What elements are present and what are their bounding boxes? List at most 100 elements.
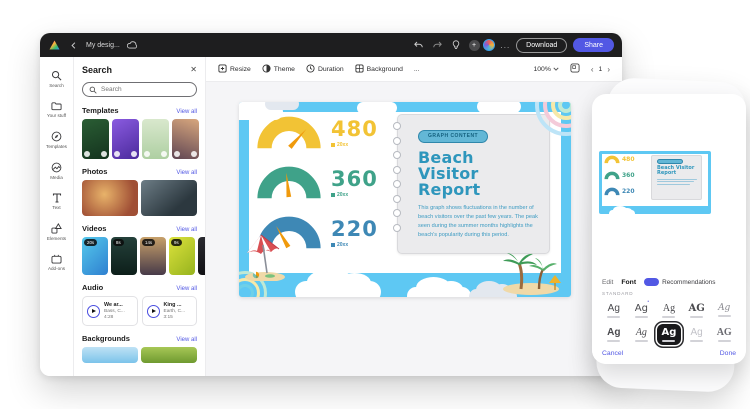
- sidebar-item-add-ons[interactable]: Add-ons: [40, 248, 73, 278]
- background-thumb[interactable]: [141, 347, 197, 363]
- slide-title[interactable]: Beach Visitor Report: [418, 149, 539, 199]
- font-grid: Ag Ag Ag AG Ag Ag Ag Ag Ag AG: [602, 299, 736, 345]
- done-button[interactable]: Done: [720, 350, 736, 357]
- phone-canvas-preview[interactable]: 480 360 220 Beach Visitor Report: [599, 151, 711, 214]
- audio-duration: 4:28: [104, 315, 114, 320]
- photos-view-all-link[interactable]: View all: [176, 170, 197, 176]
- video-duration-badge: 9s: [171, 239, 182, 246]
- resize-button[interactable]: Resize: [218, 63, 251, 75]
- sidebar-item-templates[interactable]: Templates: [40, 125, 73, 156]
- template-thumb[interactable]: [172, 119, 199, 159]
- media-icon: [51, 162, 62, 173]
- back-chevron-icon[interactable]: [67, 39, 80, 52]
- video-duration-badge: 20s: [84, 239, 98, 246]
- play-icon[interactable]: [146, 304, 160, 318]
- gauge-blue-icon: [604, 187, 620, 196]
- templates-view-all-link[interactable]: View all: [176, 109, 197, 115]
- graph-content-card[interactable]: GRAPH CONTENT Beach Visitor Report This …: [393, 114, 550, 254]
- mini-graph-content-card: Beach Visitor Report: [651, 155, 702, 200]
- background-button[interactable]: Background: [355, 63, 403, 75]
- duration-button[interactable]: Duration: [306, 63, 344, 75]
- gauge-value: 220: [331, 216, 378, 241]
- sidebar-item-label: Your stuff: [46, 113, 67, 118]
- share-button[interactable]: Share: [573, 38, 614, 52]
- sidebar-item-label: Media: [50, 175, 63, 180]
- design-canvas[interactable]: 480 20xx 360 20xx 220 20xx GRAPH CONTENT…: [239, 102, 571, 297]
- videos-view-all-link[interactable]: View all: [176, 227, 197, 233]
- search-input-wrap[interactable]: [82, 82, 197, 97]
- next-page-icon[interactable]: ›: [607, 65, 610, 74]
- sidebar-item-text[interactable]: Text: [40, 187, 73, 217]
- video-thumb[interactable]: [198, 237, 205, 275]
- mini-gauge-value: 220: [622, 188, 635, 195]
- pages-view-icon[interactable]: [570, 60, 580, 78]
- play-icon[interactable]: [87, 304, 100, 318]
- gauge-value: 480: [331, 116, 378, 141]
- template-thumb[interactable]: [112, 119, 139, 159]
- font-sample: Ag: [718, 303, 731, 313]
- tab-edit[interactable]: Edit: [602, 279, 613, 286]
- audio-track-card[interactable]: We ar... Bass, C... 4:28: [82, 296, 138, 326]
- video-thumb[interactable]: 9s: [169, 237, 195, 275]
- backgrounds-view-all-link[interactable]: View all: [176, 337, 197, 343]
- theme-button[interactable]: Theme: [262, 63, 295, 75]
- app-window: My desig... + ... Download Share Search: [40, 33, 622, 376]
- font-tile[interactable]: Ag: [630, 324, 654, 345]
- prev-page-icon[interactable]: ‹: [591, 65, 594, 74]
- video-thumb[interactable]: 20s: [82, 237, 108, 275]
- font-tile[interactable]: AG: [712, 324, 736, 345]
- close-icon[interactable]: ✕: [190, 66, 197, 74]
- audio-view-all-link[interactable]: View all: [176, 286, 197, 292]
- font-name-label: [607, 315, 621, 318]
- font-tile[interactable]: Ag: [712, 300, 736, 321]
- slide-body-text[interactable]: This graph shows fluctuations in the num…: [418, 204, 539, 240]
- font-tile[interactable]: Ag: [685, 324, 709, 345]
- undo-icon[interactable]: [412, 39, 425, 52]
- download-button[interactable]: Download: [516, 37, 568, 53]
- toolbar-more-button[interactable]: ...: [414, 66, 420, 73]
- font-tile[interactable]: Ag: [630, 299, 654, 321]
- audio-track-card[interactable]: King ... Earth, C... 3:15: [141, 296, 197, 326]
- search-icon: [89, 81, 97, 99]
- user-avatar[interactable]: [482, 39, 495, 51]
- redo-icon[interactable]: [431, 39, 444, 52]
- section-title: Videos: [82, 224, 107, 233]
- theme-label: Theme: [273, 65, 295, 73]
- font-name-label: [717, 315, 731, 317]
- titlebar-more-button[interactable]: ...: [501, 41, 511, 50]
- font-tile-selected[interactable]: Ag: [657, 324, 681, 345]
- document-title[interactable]: My desig...: [86, 42, 120, 49]
- palm-trees-illustration: [503, 253, 561, 295]
- font-tile[interactable]: Ag: [602, 324, 626, 345]
- section-title: Backgrounds: [82, 334, 130, 343]
- invite-collaborator-button[interactable]: +: [468, 39, 480, 51]
- template-thumb[interactable]: [82, 119, 109, 159]
- search-input[interactable]: [101, 86, 181, 93]
- video-thumb[interactable]: 8s: [111, 237, 137, 275]
- mini-gauge-row: 220: [604, 187, 635, 196]
- font-tile[interactable]: AG: [685, 300, 709, 321]
- zoom-select[interactable]: 100%: [533, 66, 559, 73]
- template-thumb[interactable]: [142, 119, 169, 159]
- elements-icon: [51, 223, 62, 234]
- font-sample: Ag: [661, 326, 677, 338]
- gauge-label: 20xx: [337, 241, 349, 248]
- cancel-button[interactable]: Cancel: [602, 350, 623, 357]
- gauge-row-2[interactable]: 360 20xx: [255, 164, 378, 202]
- recommendations-toggle[interactable]: Recommendations: [644, 278, 715, 286]
- video-thumb[interactable]: 14s: [140, 237, 166, 275]
- sidebar-item-search[interactable]: Search: [40, 64, 73, 95]
- search-icon: [51, 70, 62, 81]
- photo-thumb[interactable]: [141, 180, 197, 216]
- tab-font[interactable]: Font: [621, 279, 636, 286]
- lightbulb-icon[interactable]: [450, 39, 463, 52]
- sidebar-item-elements[interactable]: Elements: [40, 217, 73, 248]
- font-tile[interactable]: Ag: [657, 300, 681, 321]
- sidebar-item-your-stuff[interactable]: Your stuff: [40, 95, 73, 125]
- gauge-label: 20xx: [337, 141, 349, 148]
- recommendations-badge: [644, 278, 660, 286]
- background-thumb[interactable]: [82, 347, 138, 363]
- font-tile[interactable]: Ag: [602, 300, 626, 321]
- photo-thumb[interactable]: [82, 180, 138, 216]
- sidebar-item-media[interactable]: Media: [40, 156, 73, 187]
